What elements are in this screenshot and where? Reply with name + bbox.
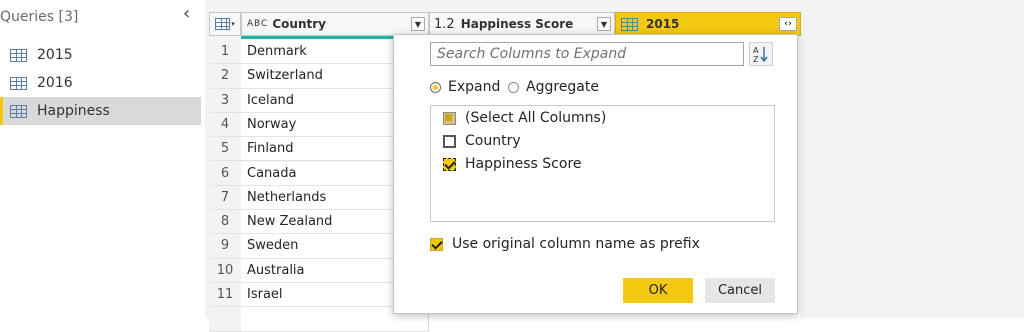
table-icon	[10, 104, 27, 118]
list-item-label: Happiness Score	[465, 156, 582, 172]
table-menu-button[interactable]: ▾	[209, 12, 241, 36]
checkbox-checked-icon	[443, 157, 456, 171]
query-item-label: 2016	[37, 75, 73, 91]
expand-radio[interactable]: Expand	[430, 79, 500, 95]
table-icon	[10, 76, 27, 90]
row-number: 5	[209, 137, 241, 162]
select-all-columns-item[interactable]: (Select All Columns)	[443, 110, 606, 126]
checkbox-partial-icon	[443, 111, 456, 125]
query-item-2016[interactable]: 2016	[0, 69, 201, 97]
sort-az-icon: A Z	[753, 46, 768, 63]
sort-az-button[interactable]: A Z	[749, 42, 773, 66]
row-number: 11	[209, 283, 241, 308]
row-number	[209, 307, 241, 332]
column-header-country[interactable]: A B C Country ▼	[241, 12, 429, 36]
query-item-label: 2015	[37, 47, 73, 63]
svg-text:Z: Z	[753, 55, 759, 63]
use-prefix-checkbox[interactable]: Use original column name as prefix	[430, 236, 700, 252]
row-number: 10	[209, 258, 241, 283]
aggregate-radio[interactable]: Aggregate	[508, 79, 599, 95]
search-columns-input[interactable]	[430, 42, 744, 66]
checkbox-unchecked-icon	[443, 134, 456, 148]
list-item-label: Country	[465, 133, 521, 149]
row-number: 1	[209, 40, 241, 65]
column-name: Country	[272, 17, 326, 31]
row-number: 8	[209, 210, 241, 235]
query-item-label: Happiness	[37, 103, 110, 119]
row-number: 4	[209, 112, 241, 138]
row-number: 3	[209, 88, 241, 113]
column-header-2015[interactable]: 2015 ‹›	[615, 12, 801, 36]
dropdown-arrow-icon: ▾	[231, 20, 235, 28]
cancel-button[interactable]: Cancel	[705, 278, 775, 303]
table-icon	[215, 18, 231, 30]
column-name: 2015	[646, 17, 680, 31]
text-type-icon: A B C	[247, 19, 267, 29]
use-prefix-label: Use original column name as prefix	[452, 236, 700, 252]
table-icon	[10, 48, 27, 62]
radio-unselected-icon	[508, 81, 519, 93]
svg-text:A: A	[753, 46, 759, 55]
row-number: 2	[209, 64, 241, 89]
columns-list: (Select All Columns) Country Happiness S…	[430, 105, 775, 222]
column-filter-dropdown[interactable]: ▼	[597, 17, 611, 31]
query-item-happiness[interactable]: Happiness	[0, 97, 201, 125]
column-filter-dropdown[interactable]: ▼	[411, 17, 425, 31]
column-item-happiness-score[interactable]: Happiness Score	[443, 156, 582, 172]
table-icon	[621, 17, 638, 31]
expand-radio-label: Expand	[448, 79, 501, 95]
ok-button[interactable]: OK	[623, 278, 693, 303]
expand-column-icon[interactable]: ‹›	[779, 17, 797, 31]
column-header-happiness-score[interactable]: 1.2 Happiness Score ▼	[429, 12, 615, 36]
row-number: 9	[209, 234, 241, 259]
chevron-left-icon[interactable]: ‹	[183, 3, 190, 24]
column-item-country[interactable]: Country	[443, 133, 521, 149]
expand-columns-popup: A Z Expand Aggregate (Select All Columns…	[393, 34, 798, 314]
query-item-2015[interactable]: 2015	[0, 41, 201, 69]
radio-selected-icon	[430, 81, 441, 93]
column-name: Happiness Score	[460, 17, 574, 31]
queries-title: Queries [3]	[0, 9, 79, 25]
queries-pane: Queries [3] ‹ 2015 2016 Happiness	[0, 0, 205, 318]
checkbox-checked-icon	[430, 237, 443, 251]
row-number: 6	[209, 161, 241, 186]
list-item-label: (Select All Columns)	[465, 110, 607, 126]
aggregate-radio-label: Aggregate	[526, 79, 599, 95]
decimal-type-icon: 1.2	[434, 16, 455, 32]
row-number: 7	[209, 185, 241, 211]
